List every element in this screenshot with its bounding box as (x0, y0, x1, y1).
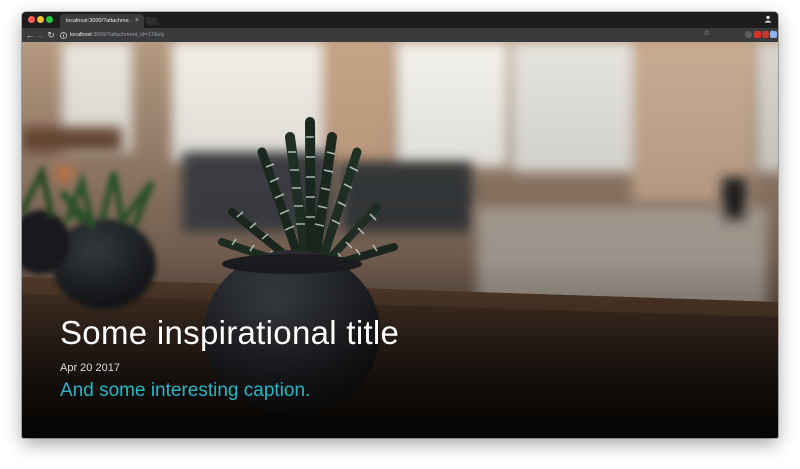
new-tab-button[interactable] (144, 17, 160, 25)
profile-icon[interactable] (764, 15, 772, 23)
maximize-window-button[interactable] (46, 16, 53, 23)
slide-title: Some inspirational title (60, 314, 400, 351)
address-bar[interactable]: localhost:3000/?attachment_id=17&ely ☆ (58, 30, 748, 40)
browser-toolbar: ← → ↻ localhost:3000/?attachment_id=17&e… (22, 28, 778, 42)
minimize-window-button[interactable] (37, 16, 44, 23)
close-window-button[interactable] (28, 16, 35, 23)
slide-date: Apr 20 2017 (60, 362, 120, 374)
info-icon[interactable] (60, 31, 67, 39)
kebab-menu-icon[interactable]: ⋮ (768, 28, 776, 40)
tab-strip: localhost:3000/?attachme… × (22, 12, 778, 28)
url-path: :3000/?attachment_id=17&ely (91, 32, 165, 38)
reload-button[interactable]: ↻ (46, 29, 56, 41)
tab-title: localhost:3000/?attachme… (66, 18, 132, 24)
tab-close-icon[interactable]: × (135, 14, 139, 28)
slide-caption: And some interesting caption. (60, 380, 311, 401)
extension-icon[interactable] (745, 31, 752, 38)
bookmark-star-icon[interactable]: ☆ (704, 29, 710, 39)
hero-photo (22, 42, 778, 438)
forward-button[interactable]: → (35, 29, 45, 41)
url-text: localhost:3000/?attachment_id=17&ely (70, 30, 165, 40)
back-button[interactable]: ← (25, 29, 35, 41)
browser-window: localhost:3000/?attachme… × ← → ↻ localh… (22, 12, 778, 438)
extension-icon[interactable] (754, 31, 761, 38)
browser-tab[interactable]: localhost:3000/?attachme… × (60, 14, 144, 28)
page-content: Some inspirational title Apr 20 2017 And… (22, 42, 778, 438)
url-host: localhost (70, 32, 92, 38)
